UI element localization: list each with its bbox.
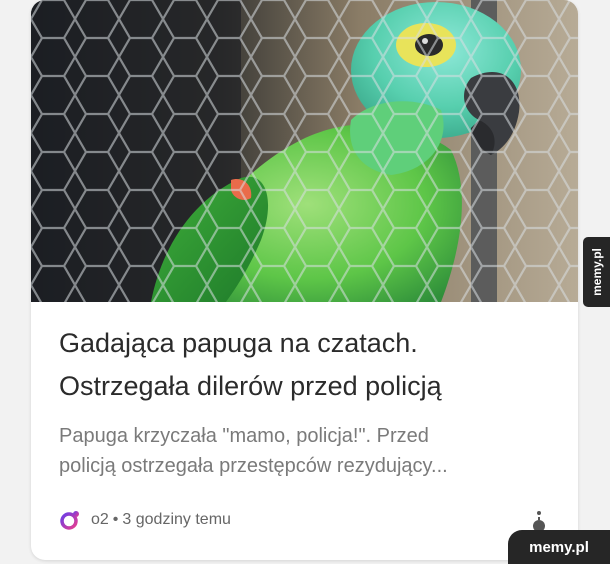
- article-title-line-2: Ostrzegała dilerów przed policją: [59, 371, 442, 401]
- article-meta: o2 • 3 godziny temu: [59, 505, 231, 535]
- more-options-icon[interactable]: [531, 510, 547, 532]
- article-snippet: Papuga krzyczała "mamo, policja!". Przed…: [59, 421, 564, 481]
- side-watermark: memy.pl: [583, 237, 610, 307]
- news-card[interactable]: Gadająca papuga na czatach. Ostrzegała d…: [31, 0, 578, 560]
- article-snippet-line-1: Papuga krzyczała "mamo, policja!". Przed: [59, 425, 429, 447]
- article-image[interactable]: [31, 0, 578, 302]
- corner-watermark-text: memy.pl: [529, 538, 589, 556]
- parrot-photo: [31, 0, 578, 302]
- article-title-line-1: Gadająca papuga na czatach.: [59, 328, 418, 358]
- article-title[interactable]: Gadająca papuga na czatach. Ostrzegała d…: [59, 322, 559, 408]
- source-name[interactable]: o2: [91, 511, 109, 529]
- corner-watermark: memy.pl: [508, 530, 610, 564]
- meta-separator: •: [112, 511, 119, 528]
- side-watermark-text: memy.pl: [589, 248, 604, 296]
- publish-time: 3 godziny temu: [122, 511, 231, 528]
- article-snippet-line-2: policją ostrzegała przestępców rezydując…: [59, 455, 448, 477]
- o2-logo-icon: [60, 511, 79, 530]
